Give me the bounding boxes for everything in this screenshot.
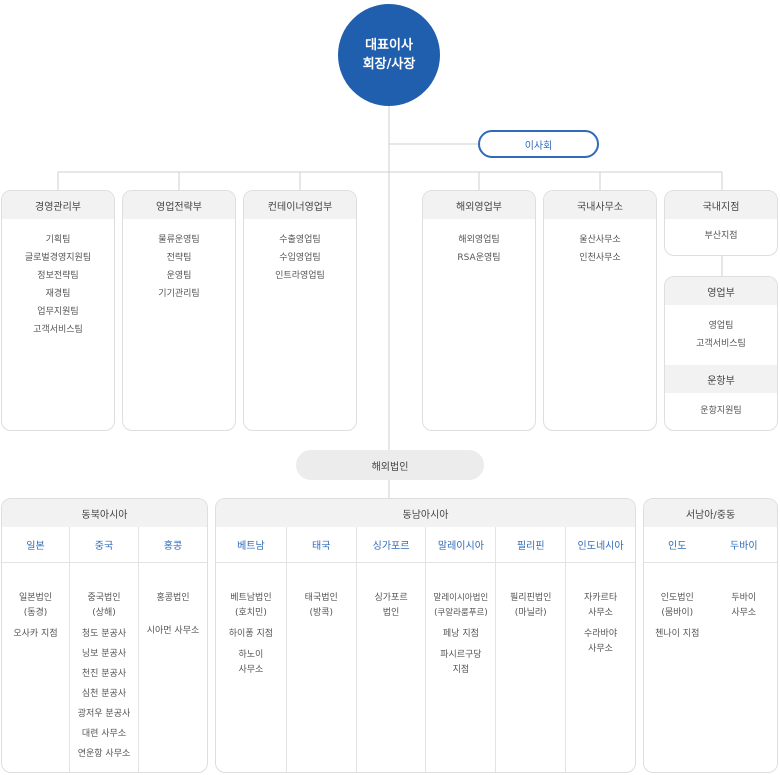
office-entry: 하이퐁 지점 (228, 629, 274, 639)
office-entry: 태국법인 (방콕) (304, 593, 338, 618)
office-entry: 필리핀법인 (마닐라) (510, 593, 552, 618)
dept-item: 수출영업팀 (279, 235, 321, 245)
dept-item: 인천사무소 (579, 253, 621, 263)
dept-item: RSA운영팀 (457, 253, 501, 263)
office-entry: 대련 사무소 (81, 729, 127, 739)
country-header: 인도네시아 (566, 527, 635, 563)
region-header: 동북아시아 (2, 499, 207, 527)
office-entry: 중국법인 (상해) (87, 593, 121, 618)
region-south-asia-middle-east: 서남아/중동 인도 인도법인 (뭄바이) 첸나이 지점 두바이 두바이 사무소 (643, 498, 778, 773)
dept-item: 수입영업팀 (279, 253, 321, 263)
dept-header: 국내지점 (665, 191, 777, 219)
dept-header: 국내사무소 (544, 191, 656, 219)
ceo-title: 대표이사 (365, 38, 413, 53)
office-entry: 페낭 지점 (442, 629, 479, 639)
dept-item: 글로벌경영지원팀 (24, 253, 92, 263)
office-entry: 하노이 사무소 (238, 650, 264, 675)
dept-header: 컨테이너영업부 (244, 191, 356, 219)
office-entry: 인도법인 (뭄바이) (660, 593, 694, 618)
office-entry: 시아먼 사무소 (146, 626, 200, 636)
dept-item: 고객서비스팀 (33, 325, 83, 335)
dept-header: 해외영업부 (423, 191, 535, 219)
dept-container-sales: 컨테이너영업부 수출영업팀 수입영업팀 인트라영업팀 (243, 190, 357, 431)
dept-item: 업무지원팀 (37, 307, 79, 317)
office-entry: 자카르타 사무소 (583, 593, 618, 618)
dept-item: 운항지원팀 (700, 406, 742, 416)
region-southeast-asia: 동남아시아 베트남 베트남법인 (호치민) 하이퐁 지점 하노이 사무소 태국 … (215, 498, 636, 773)
country-header: 말레이시아 (426, 527, 496, 563)
office-entry: 홍콩법인 (156, 593, 190, 603)
office-entry: 천진 분공사 (81, 669, 127, 679)
dept-overseas-sales: 해외영업부 해외영업팀 RSA운영팀 (422, 190, 536, 431)
dept-domestic-branch: 국내지점 부산지점 (664, 190, 778, 256)
dept-item: 울산사무소 (579, 235, 621, 245)
dept-item: 물류운영팀 (158, 235, 200, 245)
country-header: 싱가포르 (356, 527, 426, 563)
office-entry: 말레이시아법인 (쿠알라룸푸르) (433, 593, 489, 618)
dept-header: 경영관리부 (2, 191, 114, 219)
country-header: 일본 (2, 527, 69, 563)
country-header: 두바이 (710, 527, 777, 563)
country-header: 중국 (70, 527, 138, 563)
office-entry: 심천 분공사 (81, 689, 127, 699)
dept-item: 고객서비스팀 (696, 339, 746, 349)
ceo-subtitle: 회장/사장 (362, 57, 416, 72)
dept-domestic-offices: 국내사무소 울산사무소 인천사무소 (543, 190, 657, 431)
dept-item: 재경팀 (45, 289, 71, 299)
dept-item: 인트라영업팀 (275, 271, 325, 281)
office-entry: 베트남법인 (호치민) (230, 593, 272, 618)
country-header: 베트남 (216, 527, 286, 563)
overseas-subsidiaries-node: 해외법인 (296, 450, 484, 480)
office-entry: 파시르구당 지점 (440, 650, 482, 675)
region-header: 동남아시아 (216, 499, 635, 527)
office-entry: 두바이 사무소 (731, 593, 757, 618)
country-header: 인도 (644, 527, 711, 563)
dept-management: 경영관리부 기획팀 글로벌경영지원팀 정보전략팀 재경팀 업무지원팀 고객서비스… (1, 190, 115, 431)
dept-item: 부산지점 (704, 231, 738, 241)
ceo-node: 대표이사 회장/사장 (338, 4, 440, 106)
office-entry: 닝보 분공사 (81, 649, 127, 659)
dept-item: 기기관리팀 (158, 289, 200, 299)
dept-item: 정보전략팀 (37, 271, 79, 281)
country-header: 홍콩 (139, 527, 207, 563)
office-entry: 첸나이 지점 (655, 629, 700, 639)
office-entry: 연운항 사무소 (77, 749, 131, 759)
region-northeast-asia: 동북아시아 일본 일본법인 (동경) 오사카 지점 중국 중국법인 (상해) 청… (1, 498, 208, 773)
office-entry: 일본법인 (동경) (18, 593, 53, 618)
country-header: 태국 (286, 527, 356, 563)
dept-busan-sub: 영업부 영업팀 고객서비스팀 운항부 운항지원팀 (664, 276, 778, 431)
dept-item: 전략팀 (166, 253, 192, 263)
region-header: 서남아/중동 (644, 499, 777, 527)
country-header: 필리핀 (496, 527, 566, 563)
dept-item: 운영팀 (166, 271, 192, 281)
dept-item: 기획팀 (45, 235, 71, 245)
office-entry: 청도 분공사 (81, 629, 127, 639)
dept-item: 해외영업팀 (458, 235, 500, 245)
office-entry: 싱가포르 법인 (374, 593, 408, 618)
office-entry: 수라바야 사무소 (583, 629, 618, 654)
dept-item: 영업팀 (708, 321, 734, 331)
board-node: 이사회 (478, 130, 599, 158)
office-entry: 광저우 분공사 (77, 709, 131, 719)
office-entry: 오사카 지점 (13, 629, 58, 639)
ops-dept-header: 운항부 (665, 365, 777, 393)
dept-sales-strategy: 영업전략부 물류운영팀 전략팀 운영팀 기기관리팀 (122, 190, 236, 431)
dept-header: 영업전략부 (123, 191, 235, 219)
sales-dept-header: 영업부 (665, 277, 777, 305)
